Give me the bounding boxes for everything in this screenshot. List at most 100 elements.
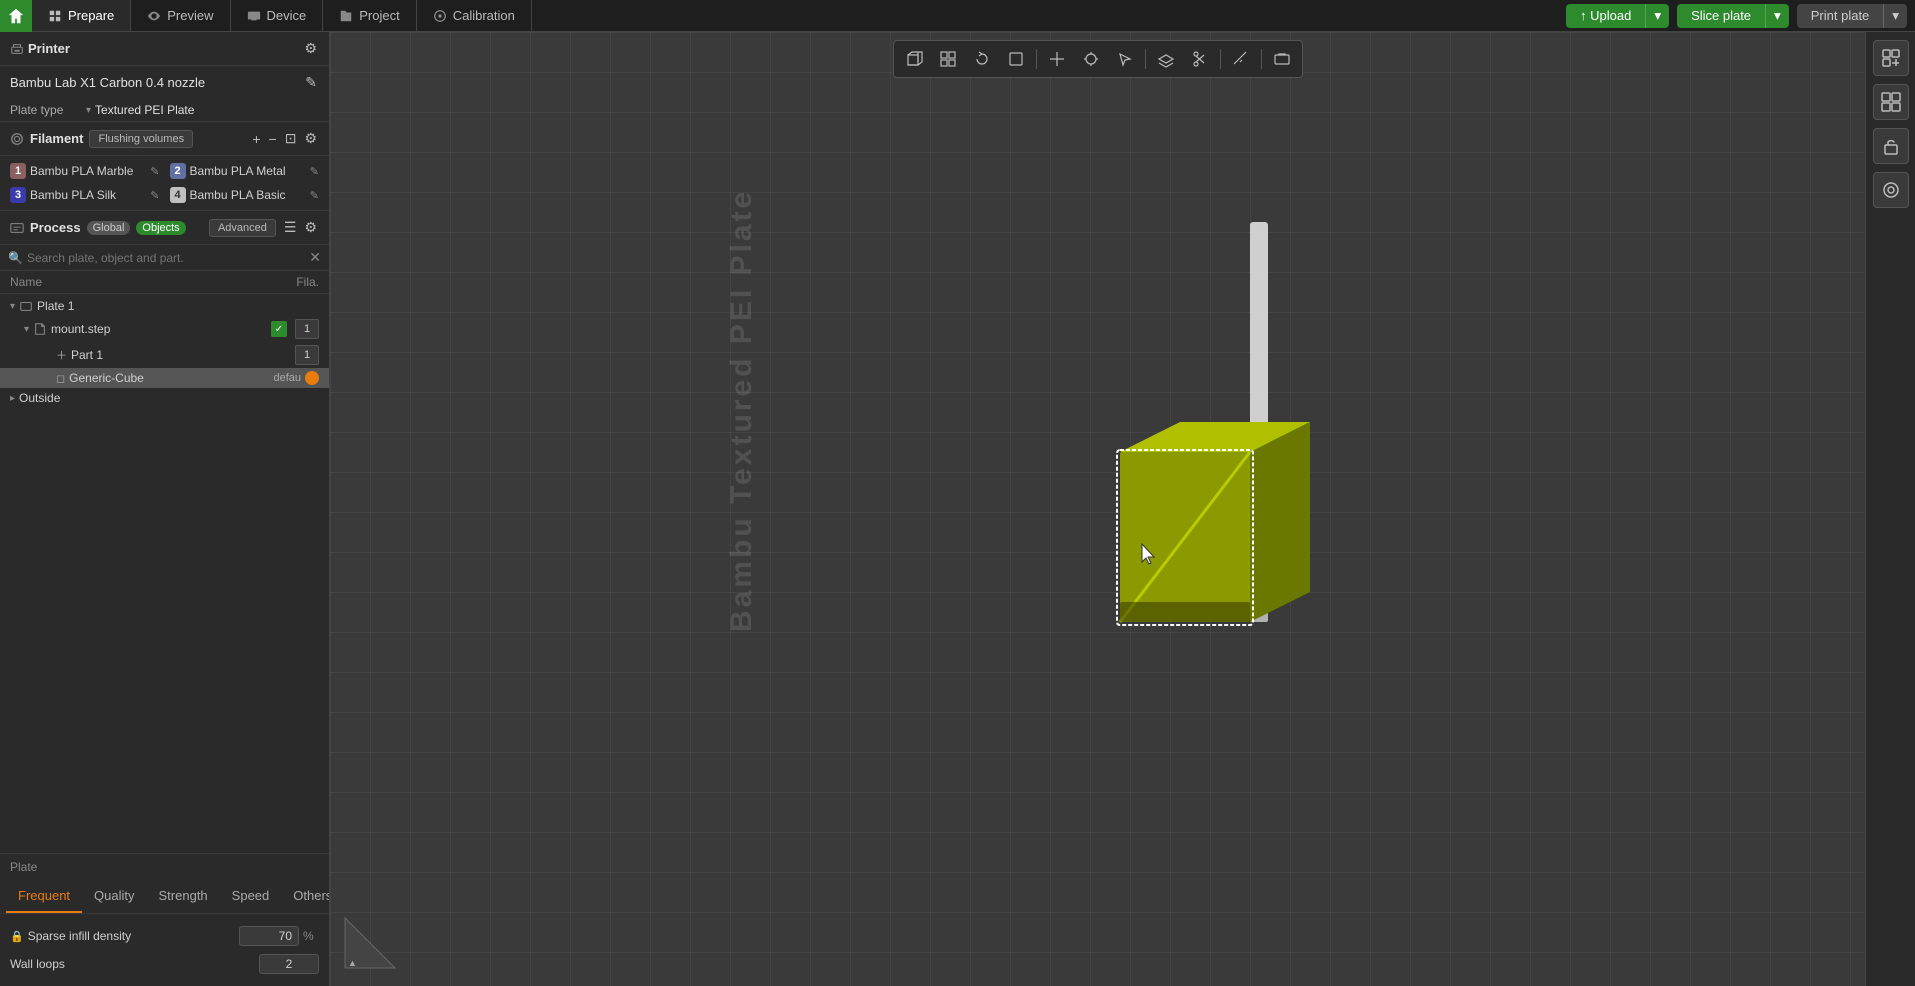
filament-header: Filament Flushing volumes + − ⊡ ⚙ (0, 122, 329, 156)
printer-label: Printer (10, 41, 70, 56)
viewport-settings-btn[interactable] (1873, 172, 1909, 208)
filament-controls: + − ⊡ ⚙ (250, 128, 319, 149)
print-group: Print plate ▾ (1797, 4, 1907, 28)
upload-button[interactable]: ↑ Upload (1566, 4, 1645, 28)
process-list-btn[interactable]: ☰ (282, 217, 299, 238)
tab-others[interactable]: Others (281, 880, 330, 913)
warning-badge (305, 371, 319, 385)
tab-prepare[interactable]: Prepare (32, 0, 131, 31)
fila-input-part1[interactable] (295, 345, 319, 365)
tag-global[interactable]: Global (87, 221, 131, 235)
sparse-infill-row: 🔒 Sparse infill density % (10, 922, 319, 950)
right-panel (1865, 32, 1915, 986)
home-button[interactable] (0, 0, 32, 32)
search-input[interactable] (27, 251, 305, 265)
arrange-btn[interactable] (1873, 84, 1909, 120)
filament-item-2: 2 Bambu PLA Metal ✎ (166, 160, 324, 182)
process-settings-btn[interactable]: ⚙ (302, 217, 319, 238)
plate-watermark: Bambu Textured PEI Plate (725, 189, 759, 632)
upload-group: ↑ Upload ▾ (1566, 4, 1669, 28)
sparse-infill-unit: % (303, 929, 319, 943)
tree-mount-step[interactable]: ▾ mount.step ✓ (0, 316, 329, 342)
filament-item-1: 1 Bambu PLA Marble ✎ (6, 160, 164, 182)
slice-arrow[interactable]: ▾ (1765, 4, 1789, 28)
filament-edit-1[interactable]: ✎ (150, 165, 159, 178)
tab-project[interactable]: Project (323, 0, 416, 31)
left-panel: Printer ⚙ Bambu Lab X1 Carbon 0.4 nozzle… (0, 32, 330, 986)
print-button[interactable]: Print plate (1797, 4, 1884, 28)
search-bar: 🔍 ✕ (0, 245, 329, 271)
tab-quality[interactable]: Quality (82, 880, 146, 913)
plate-type-row: Plate type ▾ Textured PEI Plate (0, 99, 329, 122)
tree-outside[interactable]: ▸ Outside (0, 388, 329, 408)
plate-section-label: Plate (0, 853, 329, 880)
tab-speed[interactable]: Speed (220, 880, 282, 913)
filament-num-4: 4 (170, 187, 186, 203)
wall-loops-value (259, 954, 319, 974)
expand-arrow-outside: ▸ (10, 393, 15, 404)
printer-edit-btn[interactable]: ✎ (303, 72, 319, 93)
tab-device[interactable]: Device (231, 0, 324, 31)
lock-icon: 🔒 (10, 930, 24, 943)
fila-input-1[interactable] (295, 319, 319, 339)
print-arrow[interactable]: ▾ (1883, 4, 1907, 28)
sparse-infill-label: 🔒 Sparse infill density (10, 929, 239, 943)
filament-edit-3[interactable]: ✎ (150, 189, 159, 202)
wall-loops-input[interactable] (259, 954, 319, 974)
wall-loops-row: Wall loops (10, 950, 319, 978)
slice-group: Slice plate ▾ (1677, 4, 1789, 28)
sparse-infill-value: % (239, 926, 319, 946)
process-settings: 🔒 Sparse infill density % Wall loops (0, 914, 329, 986)
tab-calibration[interactable]: Calibration (417, 0, 532, 31)
advanced-toggle[interactable]: Advanced (209, 219, 276, 237)
add-filament-btn[interactable]: + (250, 129, 262, 149)
main-area: Printer ⚙ Bambu Lab X1 Carbon 0.4 nozzle… (0, 32, 1915, 986)
auto-orient-btn[interactable] (1873, 40, 1909, 76)
sparse-infill-input[interactable] (239, 926, 299, 946)
printer-settings-btn[interactable]: ⚙ (302, 38, 319, 59)
expand-arrow: ▾ (10, 301, 15, 312)
topbar-actions: ↑ Upload ▾ Slice plate ▾ Print plate ▾ (1566, 4, 1915, 28)
upload-arrow[interactable]: ▾ (1645, 4, 1669, 28)
filament-edit-2[interactable]: ✎ (310, 165, 319, 178)
process-icons: ☰ ⚙ (282, 217, 319, 238)
tab-frequent[interactable]: Frequent (6, 880, 82, 913)
printer-section-header: Printer ⚙ (0, 32, 329, 66)
svg-text:▲: ▲ (348, 958, 357, 968)
filament-num-3: 3 (10, 187, 26, 203)
search-icon: 🔍 (8, 251, 23, 265)
viewport-svg (330, 32, 1865, 986)
file-icon (33, 322, 47, 336)
3d-viewport[interactable]: Bambu Textured PEI Plate (330, 32, 1865, 986)
search-close-btn[interactable]: ✕ (309, 249, 321, 266)
filament-num-1: 1 (10, 163, 26, 179)
filament-edit-4[interactable]: ✎ (310, 189, 319, 202)
part-icon: ＋ (56, 347, 67, 363)
topbar: Prepare Preview Device Project Calibrati… (0, 0, 1915, 32)
lock-btn[interactable] (1873, 128, 1909, 164)
tree-generic-cube[interactable]: ◻ Generic-Cube defau (0, 368, 329, 388)
slice-button[interactable]: Slice plate (1677, 4, 1765, 28)
filament-item-3: 3 Bambu PLA Silk ✎ (6, 184, 164, 206)
expand-arrow: ▾ (24, 324, 29, 335)
filament-settings-btn[interactable]: ⚙ (302, 128, 319, 149)
process-header: Process Global Objects Advanced ☰ ⚙ (0, 211, 329, 245)
plate-type-value[interactable]: ▾ Textured PEI Plate (86, 103, 194, 117)
tab-strength[interactable]: Strength (147, 880, 220, 913)
filament-item-4: 4 Bambu PLA Basic ✎ (166, 184, 324, 206)
tab-preview[interactable]: Preview (131, 0, 230, 31)
filament-num-2: 2 (170, 163, 186, 179)
cube-icon: ◻ (56, 372, 65, 385)
origin-indicator: ▲ (340, 913, 400, 976)
visibility-check[interactable]: ✓ (271, 321, 287, 337)
tree-plate-1[interactable]: ▾ Plate 1 (0, 296, 329, 316)
printer-name-row: Bambu Lab X1 Carbon 0.4 nozzle ✎ (0, 66, 329, 99)
flushing-volumes-btn[interactable]: Flushing volumes (89, 130, 193, 148)
remove-filament-btn[interactable]: − (267, 129, 279, 149)
tag-objects[interactable]: Objects (136, 221, 185, 235)
nav-tabs: Prepare Preview Device Project Calibrati… (32, 0, 532, 31)
process-tabs: Frequent Quality Strength Speed Others (0, 880, 329, 914)
filament-list: 1 Bambu PLA Marble ✎ 2 Bambu PLA Metal ✎… (0, 156, 329, 211)
filament-template-btn[interactable]: ⊡ (283, 128, 299, 149)
tree-part-1[interactable]: ＋ Part 1 (0, 342, 329, 368)
